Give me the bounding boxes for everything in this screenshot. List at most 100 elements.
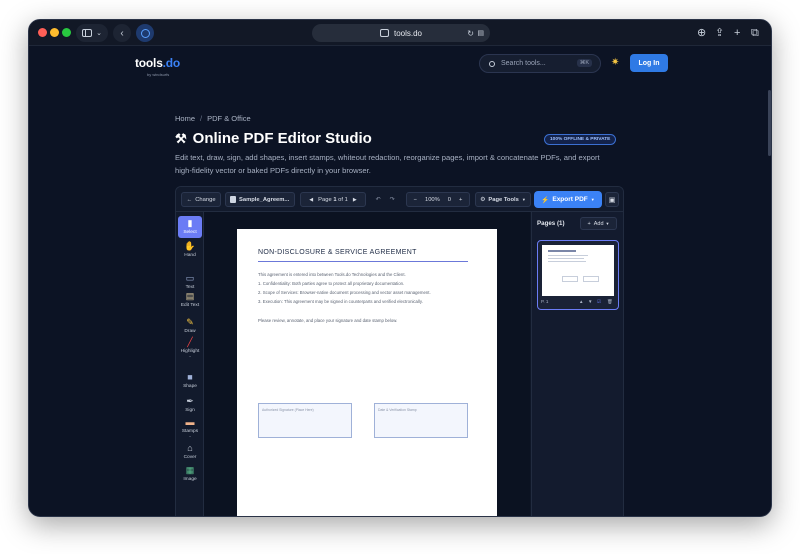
page-scrollbar[interactable] [768, 90, 771, 156]
zoom-window-button[interactable] [62, 28, 71, 37]
breadcrumb-separator: / [200, 114, 203, 123]
site-logo[interactable]: tools.do [135, 56, 180, 70]
login-button[interactable]: Log In [630, 54, 668, 72]
caret-down-icon: ▼ [521, 197, 526, 202]
tool-cover[interactable]: ⌂ Cover [178, 443, 202, 461]
file-name-button[interactable]: Sample_Agreem... [225, 192, 295, 207]
page-thumbnail-card[interactable]: P. 1 ▲ ▼ ☑ 🗑 [537, 240, 619, 310]
page-thumbnail [542, 245, 614, 296]
redo-button[interactable]: ↷ [386, 192, 398, 207]
page-tools-label: Page Tools [488, 196, 519, 203]
reload-icon[interactable]: ↻ [467, 29, 474, 38]
page-current: 1 [333, 196, 337, 203]
date-stamp-box[interactable]: Date & Verification Stamp [374, 403, 468, 438]
tool-sign[interactable]: ✒ Sign [178, 396, 202, 414]
export-label: Export PDF [552, 196, 588, 203]
zoom-value: 100% [424, 196, 440, 203]
save-button[interactable]: ▣ [605, 192, 619, 207]
editor-toolbar: ← Change Sample_Agreem... ◀ Page 1 of 1 ▶… [176, 187, 623, 212]
tools-sidebar: ▮ Select ✋ Hand ▭ Text ▤ Edit Text ✎ Draw ╱ Hi… [176, 212, 204, 516]
reader-icon[interactable]: ▤ [477, 29, 484, 37]
stamp-icon: ▬ [185, 417, 195, 427]
page-prefix: Page [318, 196, 332, 203]
tool-label: Sign [185, 408, 195, 413]
url-text: tools.do [393, 28, 423, 38]
theme-toggle-icon[interactable]: ✷ [611, 57, 619, 68]
logo-subtitle: by windsurfs [147, 72, 170, 77]
download-icon[interactable]: ⊕ [697, 26, 706, 40]
move-up-icon[interactable]: ▲ [579, 299, 583, 304]
move-down-icon[interactable]: ▼ [588, 299, 592, 304]
logo-text: tools [135, 56, 163, 70]
export-pdf-button[interactable]: ⚡ Export PDF ▼ [534, 191, 602, 208]
prev-page-icon[interactable]: ◀ [309, 197, 313, 203]
tool-label: Edit Text [180, 303, 200, 308]
tool-highlight[interactable]: ╱ Highlight - [178, 337, 202, 360]
pages-panel: Pages (1) + Add ▼ P. 1 ▲ ▼ ☑ 🗑 [531, 212, 623, 516]
document-canvas[interactable]: NON-DISCLOSURE & SERVICE AGREEMENT This … [204, 212, 530, 516]
tool-image[interactable]: ▦ Image [178, 465, 202, 483]
tool-hand[interactable]: ✋ Hand [178, 241, 202, 259]
zoom-control: − 100% 0 + [406, 192, 470, 207]
tool-label: Cover [183, 455, 197, 460]
breadcrumb: Home / PDF & Office [175, 114, 251, 123]
page-title: ⚒ Online PDF Editor Studio [175, 130, 372, 147]
undo-button[interactable]: ↶ [372, 192, 384, 207]
tool-shape[interactable]: ■ Shape [178, 372, 202, 390]
new-tab-icon[interactable]: + [734, 26, 740, 40]
tool-text[interactable]: ▭ Text [178, 273, 202, 291]
share-icon[interactable]: ⇪ [715, 26, 724, 40]
add-page-button[interactable]: + Add ▼ [580, 217, 617, 230]
image-icon: ▦ [185, 465, 195, 475]
search-icon [489, 60, 495, 67]
plus-icon: + [587, 220, 591, 227]
trash-icon[interactable]: 🗑 [607, 299, 613, 305]
tool-label: Image [183, 477, 197, 482]
tool-stamps[interactable]: ▬ Stamps - [178, 417, 202, 440]
breadcrumb-home[interactable]: Home [175, 114, 195, 123]
page-icon [379, 29, 389, 37]
pages-title: Pages (1) [537, 220, 565, 227]
sign-icon: ✒ [186, 396, 194, 406]
pdf-page[interactable]: NON-DISCLOSURE & SERVICE AGREEMENT This … [237, 229, 497, 516]
draw-icon: ✎ [186, 317, 194, 327]
sidebar-toggle-button[interactable]: ⌄ [76, 24, 108, 42]
breadcrumb-section[interactable]: PDF & Office [207, 114, 251, 123]
website: tools.do by windsurfs Search tools... ⌘K… [29, 46, 771, 516]
site-extension-button[interactable] [136, 24, 154, 42]
offline-badge: 100% OFFLINE & PRIVATE [544, 134, 617, 145]
cover-icon: ⌂ [187, 443, 193, 453]
extension-icon [140, 28, 150, 38]
arrow-left-icon: ← [186, 196, 193, 203]
select-page-icon[interactable]: ☑ [597, 299, 601, 305]
back-button[interactable]: ‹ [113, 24, 131, 42]
tool-edit-text[interactable]: ▤ Edit Text [178, 291, 202, 309]
tool-draw[interactable]: ✎ Draw [178, 317, 202, 335]
search-shortcut: ⌘K [576, 59, 592, 67]
save-icon: ▣ [608, 196, 616, 204]
browser-toolbar: ⌄ ‹ tools.do ↻ ▤ ⊕ ⇪ + ⧉ [29, 20, 771, 46]
next-page-icon[interactable]: ▶ [353, 197, 357, 203]
zoom-out-icon[interactable]: − [414, 197, 417, 203]
more-indicator: - [189, 434, 191, 440]
bolt-icon: ⚡ [541, 196, 550, 204]
tool-select[interactable]: ▮ Select [178, 216, 202, 238]
minimize-window-button[interactable] [50, 28, 59, 37]
gear-icon: ⚙ [480, 196, 486, 203]
tool-label: Text [185, 285, 195, 290]
caret-down-icon: ▼ [605, 221, 610, 226]
title-divider [258, 261, 468, 262]
add-label: Add [593, 220, 604, 227]
document-title: NON-DISCLOSURE & SERVICE AGREEMENT [258, 249, 417, 256]
change-file-button[interactable]: ← Change [181, 192, 221, 207]
zoom-in-icon[interactable]: + [459, 197, 462, 203]
search-input[interactable]: Search tools... ⌘K [479, 54, 601, 73]
close-window-button[interactable] [38, 28, 47, 37]
text-icon: ▭ [185, 273, 195, 283]
signature-box[interactable]: Authorized Signature (Place Here) [258, 403, 352, 438]
tabs-overview-icon[interactable]: ⧉ [751, 26, 759, 40]
tool-label: Select [183, 230, 197, 235]
page-tools-button[interactable]: ⚙ Page Tools ▼ [475, 192, 531, 207]
edit-text-icon: ▤ [185, 291, 195, 301]
address-bar[interactable]: tools.do ↻ ▤ [312, 24, 490, 42]
